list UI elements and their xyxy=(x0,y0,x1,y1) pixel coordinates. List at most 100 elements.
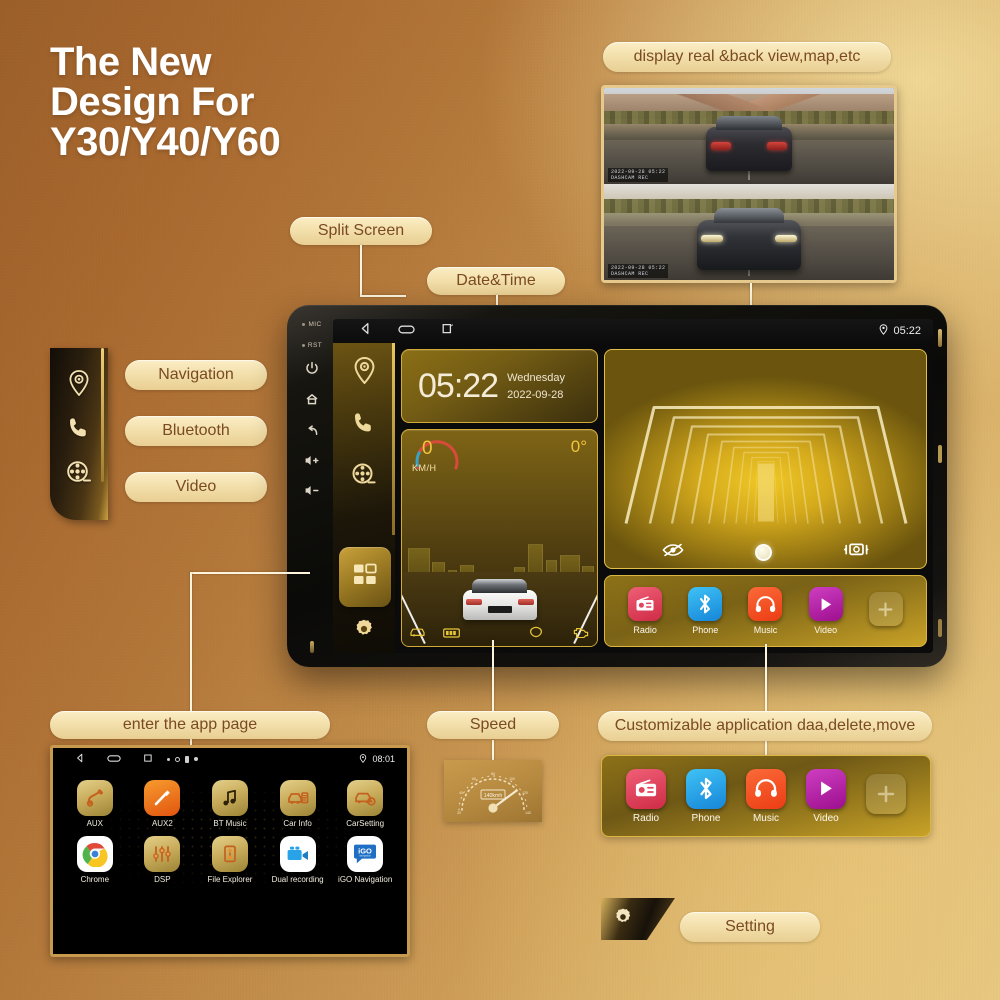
app-row-1: AUX AUX2 BT Music Car Info CarSetting xyxy=(61,780,399,828)
clock-date: 2022-09-28 xyxy=(507,388,564,401)
plus-icon xyxy=(866,774,906,814)
sidebar-item-settings[interactable] xyxy=(353,618,375,645)
eye-off-icon[interactable] xyxy=(662,543,684,562)
app-page-status-right: 08:01 xyxy=(359,753,395,765)
app-aux[interactable]: AUX xyxy=(63,780,127,828)
speed-value: 0 xyxy=(422,438,433,459)
leader-speed xyxy=(492,640,494,712)
callout-camera-view: display real &back view,map,etc xyxy=(603,42,891,72)
device-left-bezel: MIC RST xyxy=(292,313,332,659)
status-bar-time: 05:22 xyxy=(893,325,921,337)
headlight-left xyxy=(701,235,723,243)
sidebar-item-apps[interactable] xyxy=(339,547,391,607)
igo-navigation-icon: iGO navigation xyxy=(347,836,384,872)
app-grid: AUX AUX2 BT Music Car Info CarSetting Ch… xyxy=(53,770,407,884)
headphones-icon xyxy=(746,768,786,809)
clock-widget[interactable]: 05:22 Wednesday 2022-09-28 xyxy=(401,349,598,423)
svg-text:100: 100 xyxy=(509,777,515,781)
shutter-button[interactable] xyxy=(754,543,772,561)
equalizer-icon xyxy=(144,836,181,872)
vehicle-front xyxy=(697,208,801,271)
app-file-explorer[interactable]: File Explorer xyxy=(198,836,262,884)
camera-media-widget[interactable] xyxy=(604,349,927,569)
dock2-app-add[interactable] xyxy=(866,774,906,818)
callout-customizable: Customizable application daa,delete,move xyxy=(598,711,932,741)
navigation-bar xyxy=(359,322,454,340)
dock2-app-phone[interactable]: Phone xyxy=(686,768,726,824)
side-rail xyxy=(333,343,395,653)
film-reel-icon xyxy=(66,460,92,491)
app-aux2[interactable]: AUX2 xyxy=(130,780,194,828)
dock2-app-radio[interactable]: Radio xyxy=(626,768,666,824)
power-icon[interactable] xyxy=(305,361,319,380)
recents-icon[interactable] xyxy=(143,753,153,765)
app-label: AUX xyxy=(86,819,104,828)
dock-app-video[interactable]: Video xyxy=(808,587,843,635)
dock-app-music[interactable]: Music xyxy=(748,587,783,635)
dock-app-phone[interactable]: Phone xyxy=(688,587,723,635)
sidebar-item-navigation[interactable] xyxy=(353,357,376,389)
dock2-app-music[interactable]: Music xyxy=(746,768,786,824)
callout-navigation-label: Navigation xyxy=(158,366,234,383)
app-dock: Radio Phone Music Video xyxy=(604,575,927,647)
callout-setting: Setting xyxy=(680,912,820,942)
dock-app-radio[interactable]: Radio xyxy=(628,587,663,635)
sidebar-item-video[interactable] xyxy=(351,462,377,493)
app-dsp[interactable]: DSP xyxy=(130,836,194,884)
app-car-setting[interactable]: CarSetting xyxy=(333,780,397,828)
dock-detail: Radio Phone Music Video xyxy=(601,755,931,837)
title-line-2: Design For xyxy=(50,80,254,124)
camcorder-icon xyxy=(279,836,316,872)
right-column: Radio Phone Music Video xyxy=(604,349,927,647)
speed-widget[interactable]: 0 KM/H 0° xyxy=(401,429,598,647)
status-icons xyxy=(167,755,198,763)
back-icon[interactable] xyxy=(359,322,372,340)
clock-time: 05:22 xyxy=(418,367,499,405)
car-door-icon xyxy=(410,625,425,643)
callout-customizable-label: Customizable application daa,delete,move xyxy=(614,717,916,734)
leader-speed-2 xyxy=(492,740,494,762)
setting-icon-tab xyxy=(601,898,675,940)
home-icon[interactable] xyxy=(398,322,415,340)
camera-switch-icon[interactable] xyxy=(843,542,869,562)
callout-date-time: Date&Time xyxy=(427,267,565,295)
dock-app-label: Phone xyxy=(692,625,719,635)
sidebar-item-phone[interactable] xyxy=(352,411,376,440)
dock2-app-video[interactable]: Video xyxy=(806,768,846,824)
headlight-right xyxy=(775,235,797,243)
app-bt-music[interactable]: BT Music xyxy=(198,780,262,828)
radio-icon xyxy=(628,587,663,621)
volume-down-icon[interactable] xyxy=(304,484,320,502)
device-screen: 05:22 05:22 Wednesday 2022-09-28 0 KM/H … xyxy=(333,319,933,653)
widget-panes: 05:22 Wednesday 2022-09-28 0 KM/H 0° Rad… xyxy=(395,343,933,653)
back-icon[interactable] xyxy=(75,753,85,765)
app-igo-navigation[interactable]: iGO navigation iGO Navigation xyxy=(333,836,397,884)
taillight-right xyxy=(517,599,534,605)
camera-preview: 2022-09-28 05:22 DASHCAM REC 2022-09-28 0… xyxy=(601,85,897,283)
clock-meta: Wednesday 2022-09-28 xyxy=(507,372,565,401)
callout-video: Video xyxy=(125,472,267,502)
radio-icon xyxy=(626,768,666,809)
aux2-plug-icon xyxy=(144,780,181,816)
app-dual-recording[interactable]: Dual recording xyxy=(266,836,330,884)
camera-rear-view: 2022-09-28 05:22 DASHCAM REC xyxy=(604,88,894,184)
recents-icon[interactable] xyxy=(441,322,454,340)
dock-app-add[interactable] xyxy=(868,592,903,630)
app-label: iGO Navigation xyxy=(338,875,393,884)
app-chrome[interactable]: Chrome xyxy=(63,836,127,884)
bluetooth-icon xyxy=(688,587,723,621)
dock2-app-label: Music xyxy=(752,812,780,824)
mic-indicator: MIC xyxy=(302,321,321,328)
home-icon[interactable] xyxy=(305,392,319,411)
vehicle-rear xyxy=(706,115,792,171)
back-icon[interactable] xyxy=(305,423,319,442)
dock2-app-label: Radio xyxy=(632,812,660,824)
location-pin-icon xyxy=(879,324,888,338)
volume-up-icon[interactable] xyxy=(304,454,320,472)
callout-enter-app-page-label: enter the app page xyxy=(122,716,258,733)
home-icon[interactable] xyxy=(107,754,121,765)
callout-setting-label: Setting xyxy=(725,918,775,935)
vehicle-status-icons xyxy=(402,625,597,643)
reset-indicator[interactable]: RST xyxy=(301,342,322,349)
app-car-info[interactable]: Car Info xyxy=(266,780,330,828)
